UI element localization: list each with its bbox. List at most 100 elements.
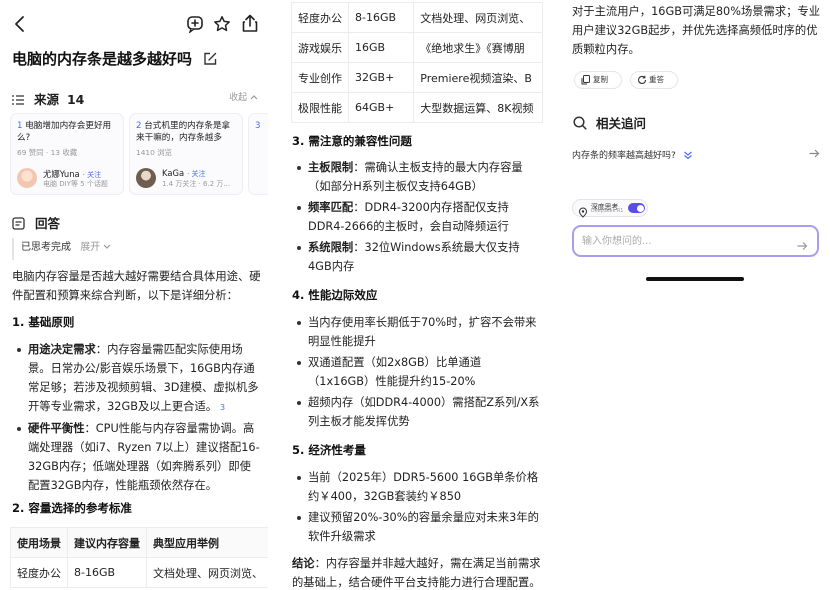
table-cell: Premiere视频渲染、B [413,62,543,93]
list-item: 频率匹配：DDR4-3200内存搭配仅支持DDR4-2666的主板时，会自动降频… [292,198,542,236]
source-card-title: 2 台式机里的内存条是拿来干嘛的，内存条越多越... [136,120,236,144]
follow-link[interactable]: · 关注 [83,171,101,179]
home-indicator [646,277,744,281]
table-row: 专业创作 32GB+ Premiere视频渲染、B [291,62,543,93]
copy-label: 复制 [593,75,608,84]
copy-button[interactable]: 复制 [574,71,622,89]
deep-think-toggle[interactable]: 深度思考 DeepSeek R1 [572,199,648,218]
item-bold: 主板限制 [308,161,354,174]
table-cell: 64GB+ [347,92,415,123]
author-desc: 1.4 万关注 · 6.2 万... [162,180,231,188]
table-row: 轻度办公 8-16GB 文档处理、网页浏览、 [291,2,543,33]
refresh-icon [637,75,647,85]
source-card-author: KaGa · 关注 1.4 万关注 · 6.2 万... [136,166,236,190]
arrow-right-icon[interactable] [809,149,820,158]
answer-column-middle: 轻度办公 8-16GB 文档处理、网页浏览、 游戏娱乐 16GB 《绝地求生》《… [281,0,543,590]
source-card[interactable]: 3 [248,113,268,195]
table-header: 建议内存容量 [67,527,147,558]
copy-icon [581,75,590,85]
list-item: 硬件平衡性：CPU性能与内存容量需协调。高端处理器（如i7、Ryzen 7以上）… [12,419,262,495]
table-cell: 轻度办公 [291,2,349,33]
source-card-number: 3 [255,121,261,131]
related-question-text: 内存条的频率越高越好吗? [572,151,676,161]
list-item: 系统限制：32位Windows系统最大仅支持4GB内存 [292,238,542,276]
thinking-done-label: 已思考完成 [21,242,71,253]
source-card-meta: 69 赞同 · 13 收藏 [17,148,78,157]
deep-think-model: DeepSeek R1 [591,209,624,214]
share-icon[interactable] [241,14,259,33]
table-cell: 大型数据运算、8K视频 [413,92,543,123]
item-bold: 系统限制 [308,241,354,254]
source-card-title-text: 台式机里的内存条是拿来干嘛的，内存条越多越... [136,121,231,143]
question-title: 电脑的内存条是越多越好吗 [12,50,193,68]
capacity-table-continued: 轻度办公 8-16GB 文档处理、网页浏览、 游戏娱乐 16GB 《绝地求生》《… [291,2,543,123]
conclusion-bold: 结论 [292,557,315,570]
table-row: 轻度办公 8-16GB 文档处理、网页浏览、 [10,557,268,588]
item-bold: 硬件平衡性 [28,422,85,435]
sources-label: 来源 [33,92,59,107]
new-chat-icon[interactable] [186,15,204,34]
section-5-list: 当前（2025年）DDR5-5600 16GB单条价格约￥400，32GB套装约… [292,468,542,546]
expand-toggle[interactable]: 展开 [80,242,111,253]
answer-tail: 对于主流用户，16GB可满足80%场景需求；专业用户建议32GB起步，并优先选择… [572,5,821,56]
avatar [136,168,156,188]
star-icon[interactable] [213,15,231,33]
table-cell: 专业创作 [291,62,349,93]
table-cell: 32GB+ [347,62,415,93]
back-icon[interactable] [12,15,28,33]
thinking-status[interactable]: 已思考完成 展开 [12,238,264,260]
list-item: 双通道配置（如2x8GB）比单通道（1x16GB）性能提升约15-20% [292,353,542,391]
list-item: 主板限制：需确认主板支持的最大内存容量（如部分H系列主板仅支持64GB） [292,158,542,196]
source-card-author: 尤娜Yuna · 关注 电脑 DIY等 5 个话题 [17,166,117,190]
source-card[interactable]: 2 台式机里的内存条是拿来干嘛的，内存条越多越... 1410 浏览 KaGa·… [129,113,243,195]
source-card[interactable]: 1 电脑增加内存会更好用么? 69 赞同 · 13 收藏 尤娜Yuna · 关注 … [10,113,124,195]
section-3-list: 主板限制：需确认主板支持的最大内存容量（如部分H系列主板仅支持64GB） 频率匹… [292,158,542,276]
table-cell: 文档处理、网页浏览、 [146,557,268,588]
chevron-down-icon [103,238,111,249]
list-item: 超频内存（如DDR4-4000）需搭配Z系列/X系列主板才能发挥优势 [292,393,542,431]
citation-link[interactable]: 3 [220,403,225,412]
collapse-toggle[interactable]: 收起 [229,90,258,103]
sources-header[interactable]: 来源 14 收起 [12,89,260,107]
search-icon [573,116,587,130]
chat-input[interactable] [582,233,782,249]
source-card-meta: 1410 浏览 [136,148,172,157]
chat-input-box[interactable] [572,225,819,257]
table-cell: 极限性能 [291,92,349,123]
source-card-title-text: 电脑增加内存会更好用么? [17,121,112,143]
conclusion: 结论：内存容量并非越大越好，需在满足当前需求的基础上，结合硬件平台支持能力进行合… [292,554,542,590]
section-4-title: 4. 性能边际效应 [292,288,378,302]
edit-icon[interactable] [203,52,217,66]
related-question-item[interactable]: 内存条的频率越高越好吗? [572,148,820,161]
author-name: 尤娜Yuna [43,169,80,179]
section-1-title: 1. 基础原则 [12,315,75,329]
toggle-knob [636,204,644,212]
source-card-number: 2 [136,121,142,131]
list-item: 用途决定需求：内存容量需匹配实际使用场景。日常办公/影音娱乐场景下，16GB内存… [12,340,262,417]
source-cards: 1 电脑增加内存会更好用么? 69 赞同 · 13 收藏 尤娜Yuna · 关注 … [10,113,268,197]
collapse-label: 收起 [229,93,248,103]
page-title: 电脑的内存条是越多越好吗 [12,48,217,69]
follow-link[interactable]: · 关注 [187,170,205,178]
sources-count: 14 [66,92,85,107]
list-item: 建议预留20%-30%的容量余量应对未来3年的软件升级需求 [292,508,542,546]
table-cell: 8-16GB [67,557,147,588]
avatar [17,168,37,188]
table-row: 游戏娱乐 16GB 《绝地求生》《赛博朋 [291,32,543,63]
answer-label: 回答 [34,216,60,231]
capacity-table: 使用场景 建议内存容量 典型应用举例 轻度办公 8-16GB 文档处理、网页浏览… [10,527,268,588]
answer-icon [12,217,25,230]
section-3-title: 3. 需注意的兼容性问题 [292,134,412,148]
section-1-list: 用途决定需求：内存容量需匹配实际使用场景。日常办公/影音娱乐场景下，16GB内存… [12,340,262,495]
table-header: 典型应用举例 [146,527,268,558]
double-chevron-down-icon [683,150,693,160]
related-label: 相关追问 [595,116,646,131]
author-name: KaGa [162,168,185,178]
atom-icon [578,203,588,218]
source-card-title: 3 [255,120,268,144]
toggle-switch[interactable] [628,203,645,213]
send-arrow-icon[interactable] [797,236,808,250]
table-header: 使用场景 [10,527,68,558]
answer-column-bottom: 对于主流用户，16GB可满足80%场景需求；专业用户建议32GB起步，并优先选择… [562,0,830,590]
regenerate-button[interactable]: 重答 [630,71,678,89]
